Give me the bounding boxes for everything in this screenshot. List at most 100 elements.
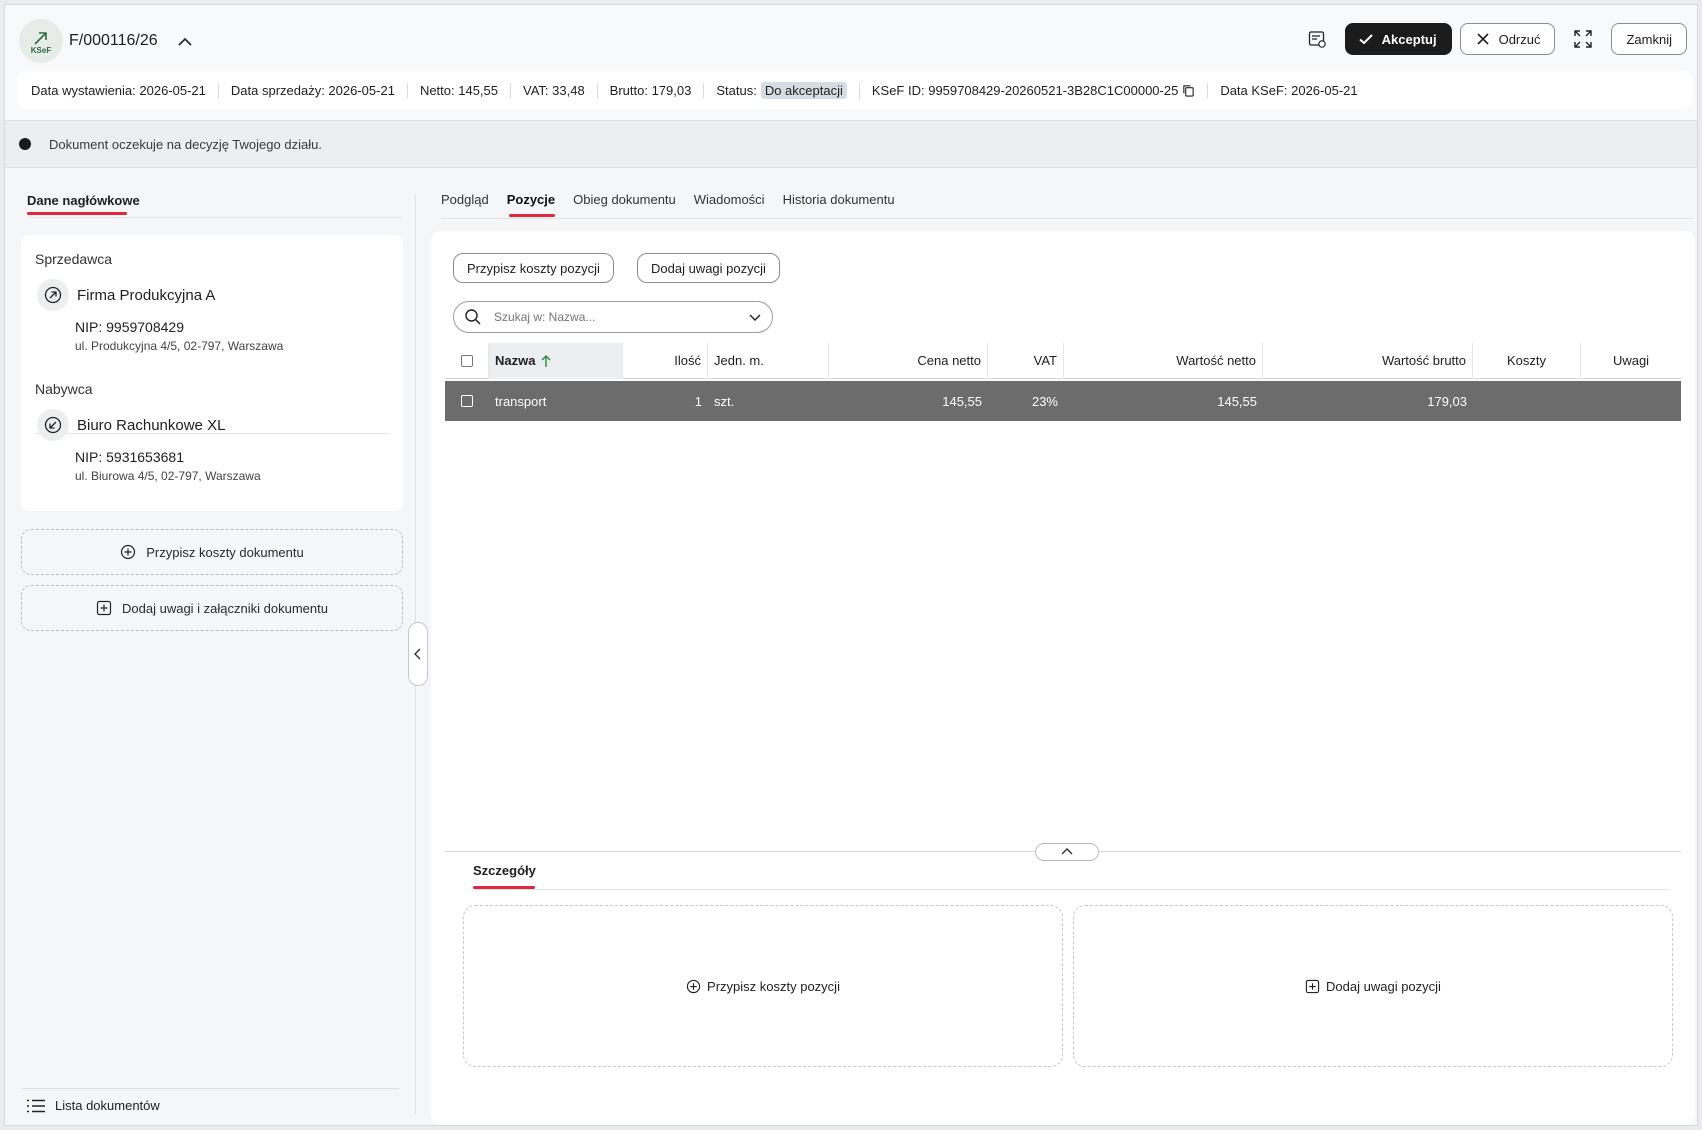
row-select-cell [445, 395, 489, 407]
close-label: Zamknij [1626, 31, 1672, 47]
column-label: Nazwa [495, 353, 536, 368]
ksef-id-text: KSeF ID: 9959708429-20260521-3B28C1C0000… [871, 82, 1179, 98]
document-list-link[interactable]: Lista dokumentów [27, 1098, 160, 1113]
arrow-out-icon [44, 286, 62, 304]
plus-circle-icon [686, 979, 701, 993]
expand-details-handle[interactable] [1035, 843, 1099, 861]
tab-header-data[interactable]: Dane nagłówkowe [27, 193, 140, 208]
reject-button[interactable]: Odrzuć [1459, 23, 1556, 55]
table-row[interactable]: transport 1 szt. 145,55 23% 145,55 179,0… [445, 381, 1681, 421]
plus-square-icon [1305, 979, 1320, 993]
arrow-up-right-icon [34, 31, 47, 45]
left-panel: Dane nagłówkowe Sprzedawca Firma Produkc… [17, 169, 405, 1125]
buyer-icon [37, 409, 69, 441]
cell-gross-value: 179,03 [1427, 393, 1467, 409]
close-icon [1477, 33, 1489, 45]
accept-button[interactable]: Akceptuj [1344, 23, 1452, 55]
tab-details[interactable]: Szczegóły [473, 863, 536, 878]
fullscreen-button[interactable] [1563, 23, 1603, 55]
assign-document-costs-button[interactable]: Przypisz koszty dokumentu [21, 529, 403, 575]
copy-icon[interactable] [1182, 84, 1195, 97]
column-notes[interactable]: Uwagi [1581, 343, 1681, 379]
positions-panel: Przypisz koszty pozycji Dodaj uwagi pozy… [431, 231, 1695, 1125]
tab-document-flow[interactable]: Obieg dokumentu [573, 192, 676, 207]
ksef-date: Data KSeF: 2026-05-21 [1220, 82, 1358, 98]
column-gross-value[interactable]: Wartość brutto [1263, 342, 1473, 379]
active-tab-indicator [509, 214, 555, 217]
add-position-notes-label: Dodaj uwagi pozycji [1326, 978, 1441, 994]
select-all-cell [445, 342, 489, 379]
reject-label: Odrzuć [1498, 31, 1541, 47]
assign-position-costs-label: Przypisz koszty pozycji [707, 978, 840, 994]
assign-position-costs-button[interactable]: Przypisz koszty pozycji [453, 253, 614, 283]
chevron-down-icon[interactable] [748, 310, 762, 324]
document-list-label: Lista dokumentów [55, 1098, 160, 1113]
tab-positions[interactable]: Pozycje [507, 192, 555, 207]
document-settings-button[interactable] [1297, 23, 1337, 55]
status-dot-icon [19, 138, 31, 150]
check-icon [1359, 34, 1373, 45]
chevron-up-icon [1061, 848, 1073, 855]
positions-table: Nazwa Ilość Jedn. m. Cena netto VAT Wart… [445, 342, 1681, 421]
row-checkbox[interactable] [461, 395, 473, 407]
chevron-left-icon [414, 648, 421, 660]
search-input[interactable] [494, 310, 736, 324]
divider [473, 889, 1669, 890]
chevron-up-icon[interactable] [175, 32, 195, 52]
status-notice: Dokument oczekuje na decyzję Twojego dzi… [5, 121, 1697, 168]
seller-label: Sprzedawca [35, 251, 113, 267]
select-all-checkbox[interactable] [460, 354, 473, 367]
column-unit[interactable]: Jedn. m. [708, 342, 829, 379]
add-position-notes-button[interactable]: Dodaj uwagi pozycji [637, 253, 780, 283]
net-amount: Netto: 145,55 [408, 82, 511, 98]
plus-square-icon [96, 600, 112, 616]
logo-text: KSeF [30, 45, 52, 55]
seller-name: Firma Produkcyjna A [77, 287, 216, 304]
cell-vat: 23% [1031, 393, 1058, 409]
tab-preview[interactable]: Podgląd [441, 192, 489, 207]
document-number: F/000116/26 [69, 32, 158, 49]
column-costs[interactable]: Koszty [1473, 342, 1581, 379]
document-tabs: Podgląd Pozycje Obieg dokumentu Wiadomoś… [441, 192, 895, 207]
column-name[interactable]: Nazwa [489, 342, 623, 379]
divider [21, 1088, 399, 1089]
sale-date: Data sprzedaży: 2026-05-21 [219, 82, 408, 98]
buyer-label: Nabywca [35, 381, 93, 397]
tab-document-history[interactable]: Historia dokumentu [783, 192, 895, 207]
seller-address: ul. Produkcyjna 4/5, 02-797, Warszawa [75, 339, 284, 353]
ksef-id: KSeF ID: 9959708429-20260521-3B28C1C0000… [860, 82, 1209, 98]
notice-text: Dokument oczekuje na decyzję Twojego dzi… [49, 136, 322, 152]
assign-document-costs-label: Przypisz koszty dokumentu [146, 544, 304, 560]
buyer-name: Biuro Rachunkowe XL [77, 417, 226, 434]
close-button[interactable]: Zamknij [1611, 23, 1687, 55]
tab-messages[interactable]: Wiadomości [694, 192, 765, 207]
cell-net-value: 145,55 [1217, 393, 1257, 409]
sort-ascending-icon [541, 354, 551, 367]
parties-card: Sprzedawca Firma Produkcyjna A NIP: 9959… [21, 235, 403, 511]
divider [441, 218, 1693, 219]
add-document-notes-label: Dodaj uwagi i załączniki dokumentu [122, 600, 328, 616]
search-box [453, 301, 773, 333]
vat-amount: VAT: 33,48 [511, 82, 598, 98]
document-info-bar: Data wystawienia: 2026-05-21 Data sprzed… [17, 71, 1693, 109]
column-net-value[interactable]: Wartość netto [1064, 342, 1263, 379]
list-icon [27, 1099, 45, 1112]
collapse-panel-handle[interactable] [408, 622, 428, 686]
column-net-price[interactable]: Cena netto [829, 342, 988, 379]
gross-amount: Brutto: 179,03 [598, 82, 705, 98]
active-tab-indicator [27, 212, 127, 215]
column-vat[interactable]: VAT [988, 342, 1064, 379]
add-position-notes-dropzone[interactable]: Dodaj uwagi pozycji [1073, 905, 1673, 1067]
document-header: KSeF F/000116/26 Akceptuj Odrzuć Zamknij… [5, 5, 1697, 121]
cell-name: transport [495, 393, 547, 409]
buyer-address: ul. Biurowa 4/5, 02-797, Warszawa [75, 469, 261, 483]
accept-label: Akceptuj [1381, 31, 1437, 47]
search-icon [465, 309, 481, 325]
column-quantity[interactable]: Ilość [623, 342, 708, 379]
add-document-notes-button[interactable]: Dodaj uwagi i załączniki dokumentu [21, 585, 403, 631]
cell-quantity: 1 [694, 393, 702, 409]
assign-position-costs-dropzone[interactable]: Przypisz koszty pozycji [463, 905, 1063, 1067]
status-label: Status: [716, 82, 757, 98]
seller-icon [37, 279, 69, 311]
document-settings-icon [1308, 31, 1326, 48]
